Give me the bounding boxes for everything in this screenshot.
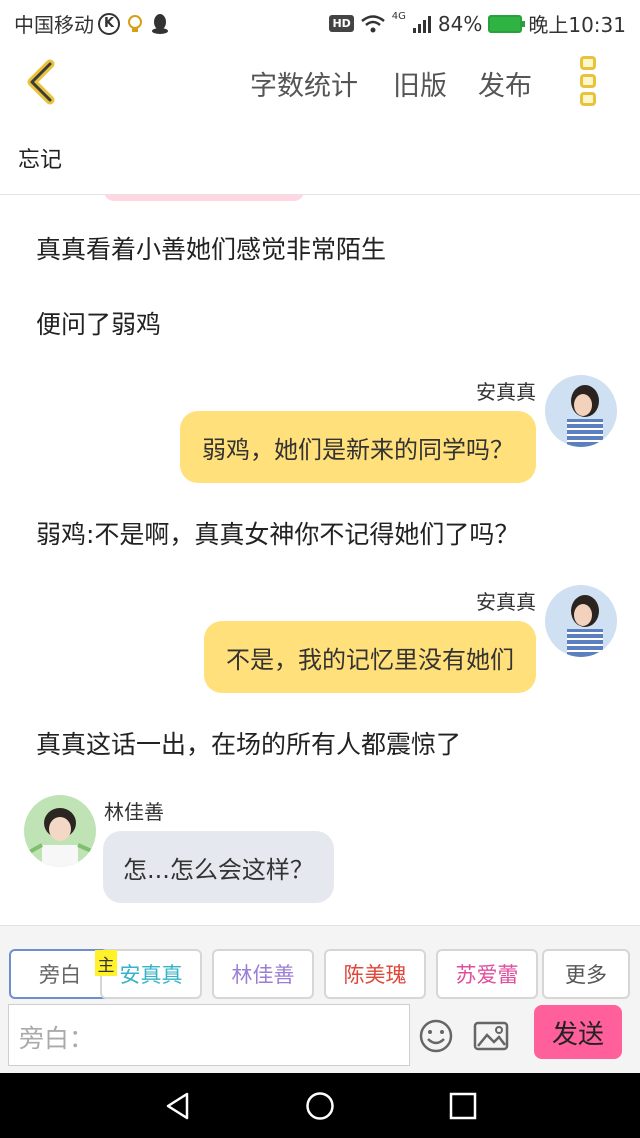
narration-line[interactable]: 弱鸡:不是啊，真真女神你不记得她们了吗？ <box>36 515 519 551</box>
system-nav-bar <box>0 1073 640 1138</box>
narration-line[interactable]: 真真这话一出，在场的所有人都震惊了 <box>36 725 461 761</box>
network-type: 4G <box>391 11 406 22</box>
word-count-button[interactable]: 字数统计 <box>250 64 358 103</box>
role-tab-lin-jiashan[interactable]: 林佳善 <box>212 949 314 999</box>
role-tab-chen-meigui[interactable]: 陈美瑰 <box>324 949 426 999</box>
qq-icon <box>152 13 168 34</box>
signal-icon <box>412 15 431 33</box>
story-scroll[interactable]: 真真看着小善她们感觉非常陌生 便问了弱鸡 安真真 弱鸡，她们是新来的同学吗？ 弱… <box>0 195 640 925</box>
back-icon[interactable] <box>22 58 62 106</box>
main-character-badge: 主 <box>95 950 117 976</box>
nav-back-icon[interactable] <box>163 1091 193 1121</box>
battery-icon <box>488 14 526 33</box>
speaker-name: 安真真 <box>476 380 536 404</box>
publish-button[interactable]: 发布 <box>478 64 532 103</box>
clock: 晚上10:31 <box>528 13 626 37</box>
narration-line[interactable]: 便问了弱鸡 <box>36 305 161 341</box>
old-version-button[interactable]: 旧版 <box>393 64 447 103</box>
speaker-name: 林佳善 <box>104 800 164 824</box>
compose-panel: 旁白 安真真 主 林佳善 陈美瑰 苏爱蕾 更多 旁白： 发送 <box>0 925 640 1073</box>
editor-toolbar: 字数统计 旧版 发布 <box>0 44 640 120</box>
battery-percent: 84% <box>437 11 483 36</box>
status-left: 中国移动 K <box>14 9 170 38</box>
avatar-an-zhenzhen[interactable] <box>545 585 617 657</box>
status-bar: 中国移动 K HD 4G 84% 晚上10:31 <box>0 0 640 44</box>
speaker-name: 安真真 <box>476 590 536 614</box>
chat-bubble[interactable]: 不是，我的记忆里没有她们 <box>204 621 536 693</box>
bulb-icon <box>128 14 142 32</box>
message-input[interactable]: 旁白： <box>8 1004 410 1066</box>
avatar-lin-jiashan[interactable] <box>24 795 96 867</box>
chapter-title[interactable]: 忘记 <box>18 142 62 174</box>
role-tab-su-ailei[interactable]: 苏爱蕾 <box>436 949 538 999</box>
more-roles-button[interactable]: 更多 <box>542 949 630 999</box>
more-menu-icon[interactable] <box>580 56 596 106</box>
status-right: HD 4G 84% 晚上10:31 <box>329 9 626 38</box>
nav-recents-icon[interactable] <box>448 1091 478 1121</box>
chat-bubble[interactable]: 怎...怎么会这样？ <box>103 831 334 903</box>
carrier-name: 中国移动 <box>14 13 94 37</box>
avatar-an-zhenzhen[interactable] <box>545 375 617 447</box>
send-button[interactable]: 发送 <box>534 1005 622 1059</box>
wifi-icon <box>360 14 385 32</box>
hd-badge: HD <box>329 15 354 32</box>
emoji-icon[interactable] <box>417 1018 455 1054</box>
previous-bubble-edge <box>104 195 304 201</box>
k-icon: K <box>98 12 120 35</box>
nav-home-icon[interactable] <box>305 1091 335 1121</box>
narration-line[interactable]: 真真看着小善她们感觉非常陌生 <box>36 230 386 266</box>
chat-bubble[interactable]: 弱鸡，她们是新来的同学吗？ <box>180 411 536 483</box>
image-icon[interactable] <box>472 1018 510 1054</box>
